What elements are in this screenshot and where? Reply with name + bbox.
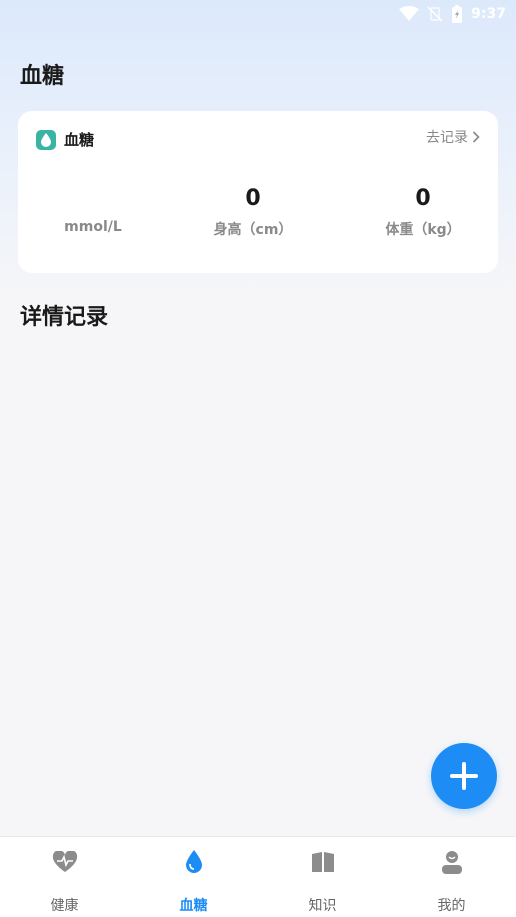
no-signal-icon <box>427 6 443 22</box>
page-title: 血糖 <box>20 64 65 89</box>
metric-weight: 0 体重（kg） <box>348 185 498 239</box>
tab-blood-sugar[interactable]: 血糖 <box>129 837 258 917</box>
drop-icon <box>36 129 56 150</box>
tab-health-label: 健康 <box>50 898 79 914</box>
drop-icon <box>185 850 202 873</box>
tab-profile-label: 我的 <box>437 898 466 914</box>
battery-icon <box>452 5 463 23</box>
go-record-label: 去记录 <box>426 130 468 146</box>
section-title: 详情记录 <box>20 305 109 330</box>
add-record-button[interactable] <box>431 743 497 809</box>
card-header: 血糖 <box>36 129 94 150</box>
status-bar: 9:37 <box>0 0 516 28</box>
screen: 9:37 血糖 血糖 去记录 mmol/L 0 身高（cm） 0 体重（kg） … <box>0 0 516 917</box>
metric-height-label: 身高（cm） <box>213 222 293 238</box>
blood-sugar-card: 血糖 去记录 mmol/L 0 身高（cm） 0 体重（kg） <box>18 111 498 273</box>
metric-weight-value: 0 <box>415 186 431 211</box>
plus-icon <box>450 762 478 790</box>
tab-knowledge-label: 知识 <box>308 898 337 914</box>
go-record-link[interactable]: 去记录 <box>426 127 480 147</box>
tab-knowledge[interactable]: 知识 <box>258 837 387 917</box>
metric-glucose: mmol/L <box>18 185 168 235</box>
user-icon <box>441 851 462 874</box>
heart-icon <box>52 851 77 872</box>
clock-time: 9:37 <box>471 6 506 22</box>
metric-height-value: 0 <box>245 186 261 211</box>
metric-height: 0 身高（cm） <box>178 185 328 239</box>
metric-glucose-value <box>18 185 168 213</box>
tab-health[interactable]: 健康 <box>0 837 129 917</box>
bottom-tab-bar: 健康 血糖 知识 我的 <box>0 836 516 917</box>
card-title: 血糖 <box>64 131 95 149</box>
metric-weight-label: 体重（kg） <box>385 222 461 238</box>
tab-profile[interactable]: 我的 <box>387 837 516 917</box>
wifi-icon <box>399 6 420 21</box>
book-icon <box>311 852 334 872</box>
tab-blood-sugar-label: 血糖 <box>179 898 208 914</box>
chevron-right-icon <box>472 131 480 143</box>
metric-glucose-label: mmol/L <box>64 219 122 235</box>
